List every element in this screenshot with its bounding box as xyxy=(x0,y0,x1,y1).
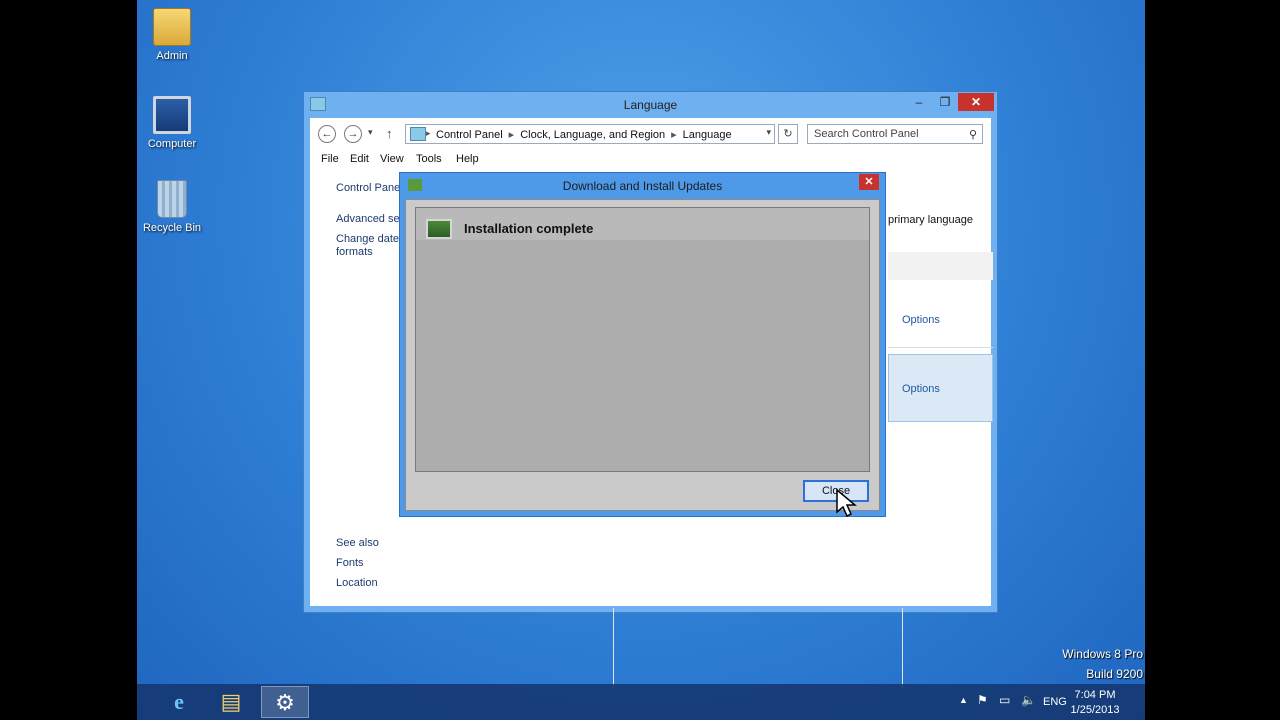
change-date-link-line1[interactable]: Change date, xyxy=(336,233,402,245)
desktop-icon-label: Admin xyxy=(156,50,188,62)
primary-language-text: primary language xyxy=(888,214,973,226)
internet-explorer-icon[interactable]: e xyxy=(155,686,203,718)
maximize-button[interactable]: ❐ xyxy=(932,93,958,111)
dialog-title: Download and Install Updates xyxy=(562,179,723,193)
windows-build-watermark: Build 9200 xyxy=(1086,667,1143,681)
action-center-flag-icon[interactable]: ⚑ xyxy=(977,693,988,707)
package-icon xyxy=(426,219,452,239)
minimize-button[interactable]: – xyxy=(906,93,932,111)
windows-edition-watermark: Windows 8 Pro xyxy=(1062,647,1143,661)
volume-icon[interactable]: 🔈 xyxy=(1021,693,1036,707)
network-icon[interactable]: ▭ xyxy=(999,693,1010,707)
up-button[interactable]: ↑ xyxy=(386,126,393,141)
options-link[interactable]: Options xyxy=(902,383,1007,395)
search-input[interactable]: Search Control Panel ⚲ xyxy=(807,124,983,144)
user-folder-icon xyxy=(153,8,191,46)
control-panel-taskbar-icon[interactable]: ⚙ xyxy=(261,686,309,718)
breadcrumb-language[interactable]: Language xyxy=(683,129,732,141)
file-explorer-icon[interactable]: ▤ xyxy=(207,686,255,718)
divider xyxy=(902,608,903,688)
language-row[interactable] xyxy=(888,278,993,348)
recycle-bin-icon xyxy=(157,180,187,218)
navigation-bar: ← → ▾ ↑ ▸ Control Panel ▸ Clock, Language,… xyxy=(310,118,991,148)
dialog-body: Installation complete Close xyxy=(405,199,880,511)
desktop-icon-label: Computer xyxy=(147,138,197,150)
desktop-icon-admin[interactable]: Admin xyxy=(137,8,207,62)
search-icon[interactable]: ⚲ xyxy=(969,128,977,141)
address-bar[interactable]: ▸ Control Panel ▸ Clock, Language, and Reg… xyxy=(405,124,775,144)
status-header: Installation complete xyxy=(416,208,869,240)
taskbar: e ▤ ⚙ ▲ ⚑ ▭ 🔈 ENG 7:04 PM 1/25/2013 xyxy=(137,684,1145,720)
system-clock[interactable]: 7:04 PM 1/25/2013 xyxy=(1065,688,1125,718)
menu-view[interactable]: View xyxy=(380,153,404,165)
forward-button[interactable]: → xyxy=(344,125,362,143)
control-panel-icon xyxy=(410,127,426,141)
menu-tools[interactable]: Tools xyxy=(416,153,442,165)
recent-locations-dropdown[interactable]: ▾ xyxy=(368,127,373,138)
desktop: Admin Computer Recycle Bin Language – ❐ … xyxy=(137,0,1145,720)
location-link[interactable]: Location xyxy=(336,577,378,589)
menu-bar: File Edit View Tools Help xyxy=(310,150,991,168)
breadcrumb-clock-language-region[interactable]: Clock, Language, and Region xyxy=(520,129,665,141)
menu-help[interactable]: Help xyxy=(456,153,479,165)
desktop-icon-computer[interactable]: Computer xyxy=(137,96,207,150)
window-titlebar[interactable]: Language – ❐ ✕ xyxy=(304,92,997,118)
breadcrumb-control-panel[interactable]: Control Panel xyxy=(436,129,503,141)
dialog-close-icon[interactable]: ✕ xyxy=(859,174,879,190)
close-button[interactable]: ✕ xyxy=(958,93,994,111)
divider xyxy=(613,608,614,688)
change-date-link-line2[interactable]: formats xyxy=(336,246,373,258)
mouse-cursor-icon xyxy=(836,488,857,518)
computer-icon xyxy=(153,96,191,134)
search-placeholder: Search Control Panel xyxy=(814,128,919,140)
fonts-link[interactable]: Fonts xyxy=(336,557,364,569)
breadcrumb-separator: ▸ xyxy=(426,128,431,138)
installation-status: Installation complete xyxy=(464,221,594,236)
address-dropdown-icon[interactable]: ▾ xyxy=(766,127,771,138)
clock-time: 7:04 PM xyxy=(1074,689,1116,701)
see-also-heading: See also xyxy=(336,537,379,549)
control-panel-home-link[interactable]: Control Panel xyxy=(336,182,403,194)
back-button[interactable]: ← xyxy=(318,125,336,143)
advanced-settings-link[interactable]: Advanced set xyxy=(336,213,403,225)
breadcrumb-separator: ▸ xyxy=(508,129,515,141)
window-title: Language xyxy=(623,98,678,112)
language-list-header xyxy=(888,252,993,280)
input-language-indicator[interactable]: ENG xyxy=(1043,696,1067,708)
clock-date: 1/25/2013 xyxy=(1070,704,1120,716)
download-install-updates-dialog: Download and Install Updates ✕ Installat… xyxy=(399,172,886,517)
menu-file[interactable]: File xyxy=(321,153,339,165)
options-link[interactable]: Options xyxy=(902,314,1007,326)
desktop-icon-recycle-bin[interactable]: Recycle Bin xyxy=(137,180,207,234)
menu-edit[interactable]: Edit xyxy=(350,153,369,165)
status-panel: Installation complete xyxy=(415,207,870,472)
refresh-button[interactable]: ↻ xyxy=(778,124,798,144)
desktop-icon-label: Recycle Bin xyxy=(142,222,202,234)
breadcrumb-separator: ▸ xyxy=(671,129,677,141)
show-hidden-icons[interactable]: ▲ xyxy=(959,695,968,705)
